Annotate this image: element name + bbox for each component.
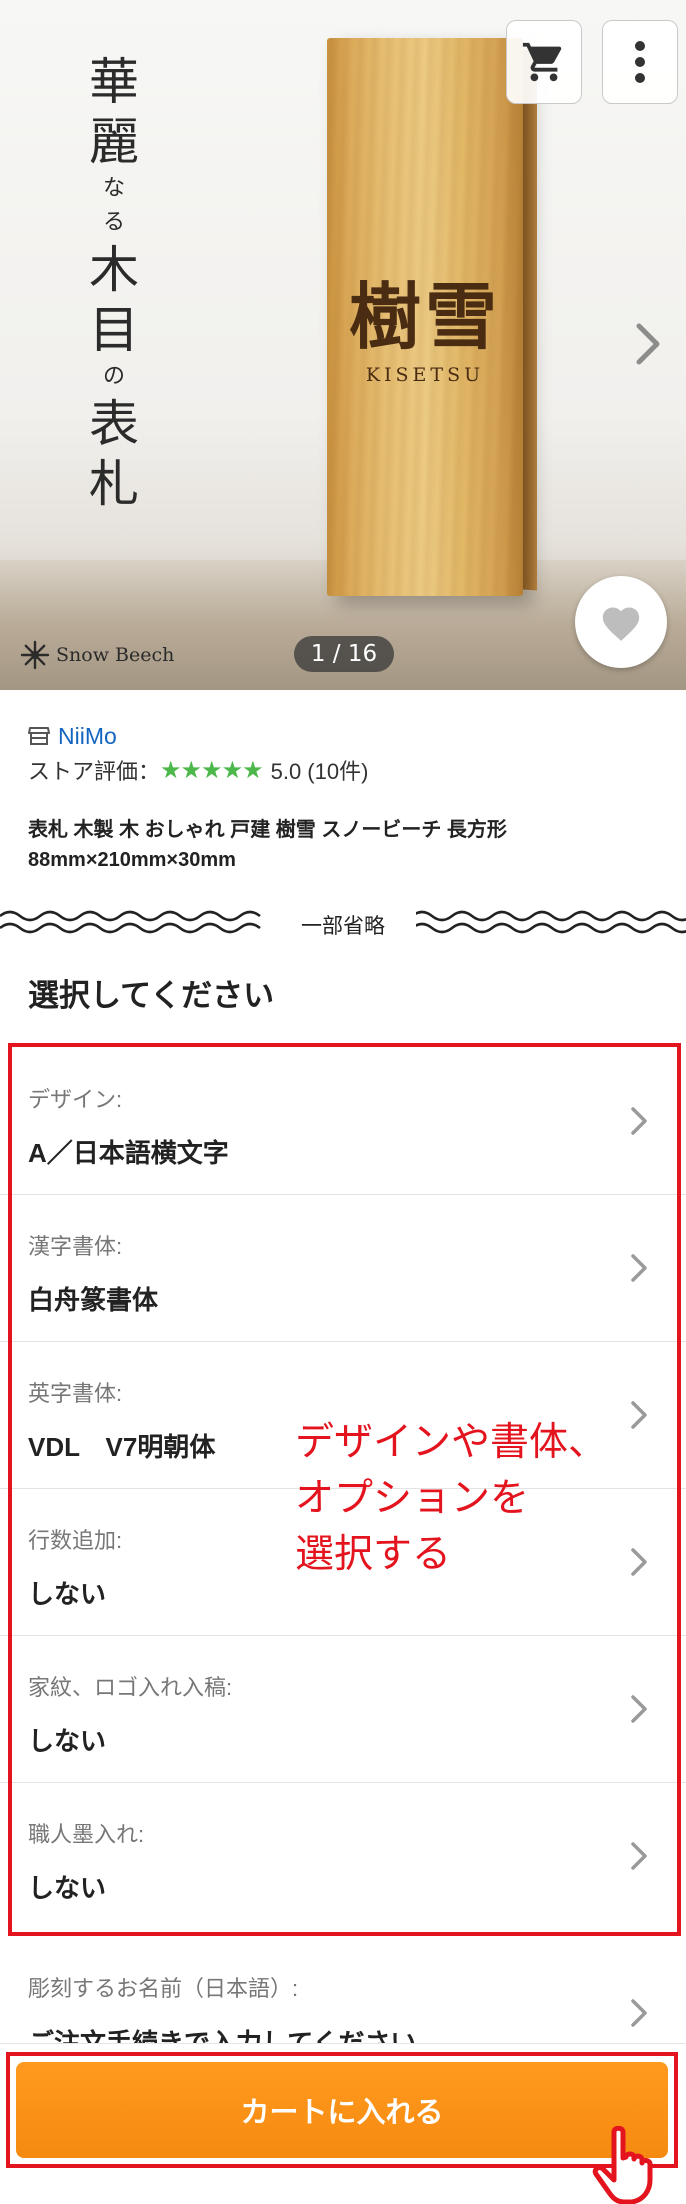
image-counter: 1 / 16: [294, 636, 394, 672]
nameplate-side: [523, 49, 537, 591]
copy-char: の: [102, 364, 125, 389]
nameplate-kanji: 樹雪: [348, 274, 501, 359]
rating-label: ストア評価：: [28, 759, 161, 784]
wooden-nameplate: 樹雪 KISETSU: [327, 38, 523, 596]
brand-logo: Snow Beech: [20, 640, 174, 670]
section-title: 選択してください: [28, 978, 275, 1013]
rating-value: 5.0 (10件): [270, 759, 369, 784]
copy-char: な: [102, 176, 125, 201]
option-value: ご注文手続きで入力してください: [28, 2028, 417, 2043]
heart-icon: [602, 607, 640, 641]
omitted-label: 一部省略: [270, 910, 416, 940]
next-image-button[interactable]: [628, 314, 668, 374]
store-rating[interactable]: ストア評価： ★★★★★ 5.0 (10件): [28, 752, 368, 788]
hero-vertical-copy: 華 麗 な る 木 目 の 表 札: [84, 52, 144, 514]
chevron-right-icon: [636, 323, 660, 365]
snowflake-icon: [20, 640, 50, 670]
copy-char: る: [102, 210, 125, 235]
more-vertical-icon: [635, 41, 645, 83]
option-engrave-name[interactable]: 彫刻するお名前（日本語）: ご注文手続きで入力してください: [0, 1963, 686, 2043]
store-link[interactable]: NiiMo: [28, 720, 368, 752]
cart-icon-button[interactable]: [506, 20, 582, 104]
chevron-right-icon: [631, 1999, 647, 2027]
store-info: NiiMo ストア評価： ★★★★★ 5.0 (10件): [28, 720, 368, 788]
annotation-text: デザインや書体、 オプションを 選択する: [295, 1421, 608, 1576]
more-menu-button[interactable]: [602, 20, 678, 104]
product-title: 表札 木製 木 おしゃれ 戸建 樹雪 スノービーチ 長方形 88mm×210mm…: [28, 815, 658, 875]
add-to-cart-button[interactable]: カートに入れる: [16, 2062, 668, 2158]
store-name[interactable]: NiiMo: [58, 723, 117, 750]
omitted-divider: 一部省略: [0, 906, 686, 942]
product-image-carousel[interactable]: 華 麗 な る 木 目 の 表 札 樹雪 KISETSU Snow Beech …: [0, 0, 686, 690]
copy-char: 札: [89, 455, 139, 513]
product-title-line: 表札 木製 木 おしゃれ 戸建 樹雪 スノービーチ 長方形: [28, 819, 507, 841]
brand-name: Snow Beech: [56, 644, 175, 666]
copy-char: 表: [89, 395, 139, 453]
option-label: 彫刻するお名前（日本語）:: [28, 1976, 299, 2001]
nameplate-roman: KISETSU: [365, 364, 485, 386]
cart-icon: [522, 42, 562, 82]
copy-char: 木: [89, 241, 139, 299]
hand-pointer-icon: [592, 2126, 653, 2204]
store-icon: [28, 727, 50, 745]
copy-char: 華: [89, 53, 139, 111]
bottom-cart-bar: カートに入れる: [0, 2043, 686, 2204]
favorite-button[interactable]: [575, 576, 667, 668]
rating-stars: ★★★★★: [160, 756, 264, 784]
product-title-line: 88mm×210mm×30mm: [28, 849, 236, 871]
copy-char: 目: [89, 301, 139, 359]
copy-char: 麗: [89, 113, 139, 171]
